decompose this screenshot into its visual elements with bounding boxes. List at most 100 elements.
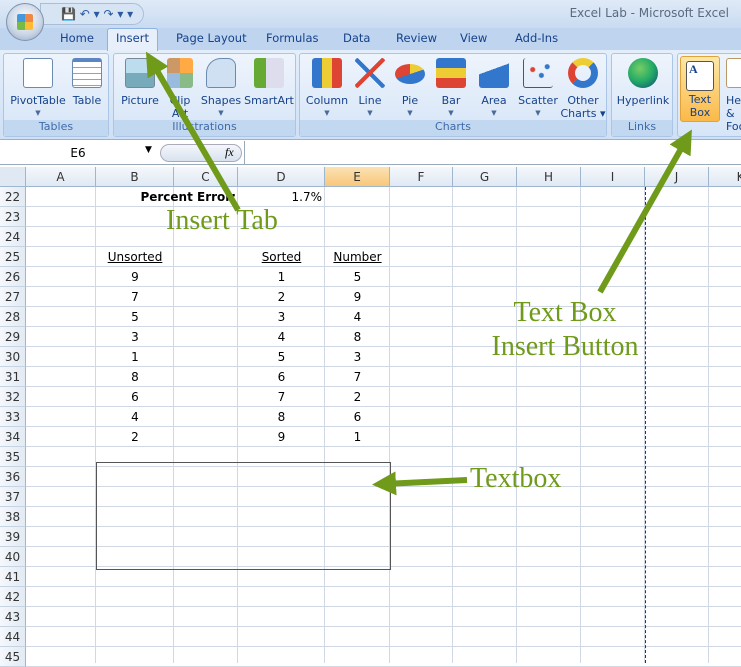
area-chart-button[interactable]: Area ▼ (474, 58, 514, 120)
column-header-d[interactable]: D (238, 167, 325, 187)
row-header-40[interactable]: 40 (0, 547, 26, 567)
cell-sorted[interactable]: 6 (238, 367, 325, 387)
column-header-f[interactable]: F (390, 167, 453, 187)
column-header-k[interactable]: K (709, 167, 741, 187)
cell-number[interactable]: 7 (325, 367, 390, 387)
qat-icons[interactable]: 💾 ↶ ▾ ↷ ▾ ▾ (61, 7, 133, 21)
textbox-shape[interactable] (96, 462, 391, 570)
tab-view[interactable]: View (460, 31, 487, 45)
row-header-24[interactable]: 24 (0, 227, 26, 247)
tab-add-ins[interactable]: Add-Ins (515, 31, 558, 45)
cell-sorted[interactable]: 9 (238, 427, 325, 447)
tab-insert[interactable]: Insert (107, 28, 158, 51)
bar-chart-button[interactable]: Bar ▼ (432, 58, 470, 120)
column-header-g[interactable]: G (453, 167, 517, 187)
row-header-30[interactable]: 30 (0, 347, 26, 367)
other-charts-button[interactable]: Other Charts ▾ (560, 58, 606, 120)
cell-unsorted[interactable]: 1 (96, 347, 174, 367)
clip-art-button[interactable]: Clip Art (164, 58, 196, 120)
cell-sorted[interactable]: 8 (238, 407, 325, 427)
column-chart-button[interactable]: Column ▼ (304, 58, 350, 120)
row-header-39[interactable]: 39 (0, 527, 26, 547)
column-header-c[interactable]: C (174, 167, 238, 187)
row-header-38[interactable]: 38 (0, 507, 26, 527)
cell-unsorted[interactable]: 2 (96, 427, 174, 447)
table-icon (72, 58, 102, 88)
row-header-25[interactable]: 25 (0, 247, 26, 267)
header-number[interactable]: Number (325, 247, 390, 267)
row-header-26[interactable]: 26 (0, 267, 26, 287)
cell-sorted[interactable]: 2 (238, 287, 325, 307)
cell-number[interactable]: 3 (325, 347, 390, 367)
line-chart-button[interactable]: Line ▼ (350, 58, 390, 120)
cell-number[interactable]: 6 (325, 407, 390, 427)
cell-unsorted[interactable]: 5 (96, 307, 174, 327)
column-header-b[interactable]: B (96, 167, 174, 187)
cell-sorted[interactable]: 3 (238, 307, 325, 327)
hyperlink-button[interactable]: Hyperlink (614, 58, 672, 107)
row-header-31[interactable]: 31 (0, 367, 26, 387)
row-header-34[interactable]: 34 (0, 427, 26, 447)
cell-number[interactable]: 4 (325, 307, 390, 327)
row-header-29[interactable]: 29 (0, 327, 26, 347)
cell-number[interactable]: 5 (325, 267, 390, 287)
picture-button[interactable]: Picture (118, 58, 162, 107)
shapes-button[interactable]: Shapes ▼ (200, 58, 242, 120)
cell-unsorted[interactable]: 3 (96, 327, 174, 347)
cell-unsorted[interactable]: 6 (96, 387, 174, 407)
cell-sorted[interactable]: 1 (238, 267, 325, 287)
header-footer-button[interactable]: Header & Footer (726, 58, 741, 133)
row-header-43[interactable]: 43 (0, 607, 26, 627)
cell-number[interactable]: 8 (325, 327, 390, 347)
cell-sorted[interactable]: 5 (238, 347, 325, 367)
tab-data[interactable]: Data (343, 31, 370, 45)
header-unsorted[interactable]: Unsorted (96, 247, 174, 267)
select-all-button[interactable] (0, 167, 26, 187)
quick-access-toolbar[interactable]: 💾 ↶ ▾ ↷ ▾ ▾ (40, 3, 144, 25)
column-header-a[interactable]: A (26, 167, 96, 187)
row-header-42[interactable]: 42 (0, 587, 26, 607)
cell-number[interactable]: 1 (325, 427, 390, 447)
scatter-chart-button[interactable]: Scatter ▼ (516, 58, 560, 120)
row-header-37[interactable]: 37 (0, 487, 26, 507)
row-header-32[interactable]: 32 (0, 387, 26, 407)
cell-unsorted[interactable]: 4 (96, 407, 174, 427)
cell-sorted[interactable]: 7 (238, 387, 325, 407)
gridline (516, 187, 517, 663)
formula-input[interactable] (244, 141, 741, 165)
text-box-button[interactable]: A Text Box (680, 56, 720, 122)
cell-number[interactable]: 9 (325, 287, 390, 307)
office-button[interactable] (6, 3, 44, 41)
row-header-23[interactable]: 23 (0, 207, 26, 227)
tab-formulas[interactable]: Formulas (266, 31, 319, 45)
cell-unsorted[interactable]: 9 (96, 267, 174, 287)
pivottable-button[interactable]: PivotTable ▼ (8, 58, 68, 120)
header-sorted[interactable]: Sorted (238, 247, 325, 267)
row-header-36[interactable]: 36 (0, 467, 26, 487)
smartart-button[interactable]: SmartArt (243, 58, 295, 107)
row-header-33[interactable]: 33 (0, 407, 26, 427)
pie-chart-button[interactable]: Pie ▼ (392, 58, 428, 120)
tab-page-layout[interactable]: Page Layout (176, 31, 247, 45)
column-header-e[interactable]: E (325, 167, 390, 187)
table-button[interactable]: Table (68, 58, 106, 107)
cell-unsorted[interactable]: 8 (96, 367, 174, 387)
row-header-27[interactable]: 27 (0, 287, 26, 307)
name-box-dropdown-icon[interactable]: ▼ (145, 145, 152, 155)
tab-review[interactable]: Review (396, 31, 437, 45)
row-header-35[interactable]: 35 (0, 447, 26, 467)
row-header-45[interactable]: 45 (0, 647, 26, 667)
row-header-22[interactable]: 22 (0, 187, 26, 207)
row-header-28[interactable]: 28 (0, 307, 26, 327)
name-box[interactable]: E6 (2, 144, 154, 162)
cell-unsorted[interactable]: 7 (96, 287, 174, 307)
column-header-j[interactable]: J (645, 167, 709, 187)
row-header-41[interactable]: 41 (0, 567, 26, 587)
tab-home[interactable]: Home (60, 31, 94, 45)
cell-sorted[interactable]: 4 (238, 327, 325, 347)
cell-number[interactable]: 2 (325, 387, 390, 407)
column-header-i[interactable]: I (581, 167, 645, 187)
insert-function-icon[interactable]: fx (225, 145, 234, 160)
column-header-h[interactable]: H (517, 167, 581, 187)
row-header-44[interactable]: 44 (0, 627, 26, 647)
